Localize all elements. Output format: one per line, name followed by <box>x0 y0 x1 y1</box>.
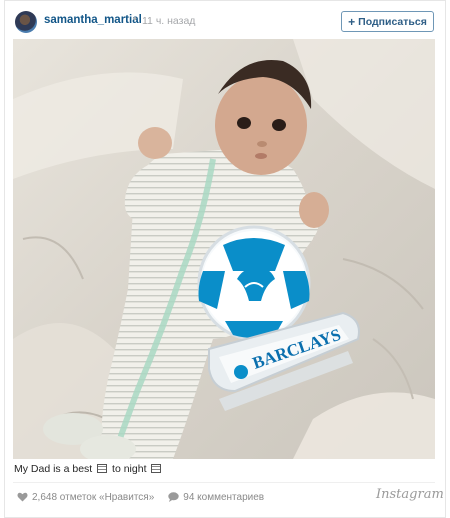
unknown-glyph-icon <box>151 464 162 473</box>
username-link[interactable]: samantha_martial <box>44 14 142 26</box>
divider <box>13 482 435 483</box>
avatar[interactable] <box>15 11 37 33</box>
instagram-logo[interactable]: Instagram <box>376 487 444 502</box>
post-timestamp[interactable]: 11 ч. назад <box>142 15 195 27</box>
post-caption: My Dad is a best to night <box>14 463 163 475</box>
post-header: samantha_martial • 11 ч. назад + Подписа… <box>5 1 445 41</box>
separator-dot: • <box>133 13 137 25</box>
comment-icon[interactable] <box>168 492 179 502</box>
post-photo[interactable]: BARCLAYS <box>13 39 435 459</box>
unknown-glyph-icon <box>97 464 108 473</box>
likes-count[interactable]: 2,648 отметок «Нравится» <box>32 492 154 503</box>
heart-icon[interactable] <box>17 492 28 502</box>
caption-text-2: to night <box>112 463 147 475</box>
post-card: samantha_martial • 11 ч. назад + Подписа… <box>4 0 446 518</box>
plus-icon: + <box>348 14 356 29</box>
follow-button[interactable]: + Подписаться <box>341 11 434 32</box>
post-stats: 2,648 отметок «Нравится» 94 комментариев <box>17 490 264 504</box>
follow-label: Подписаться <box>358 15 427 28</box>
caption-text-1: My Dad is a best <box>14 463 93 475</box>
comments-count[interactable]: 94 комментариев <box>183 492 264 503</box>
